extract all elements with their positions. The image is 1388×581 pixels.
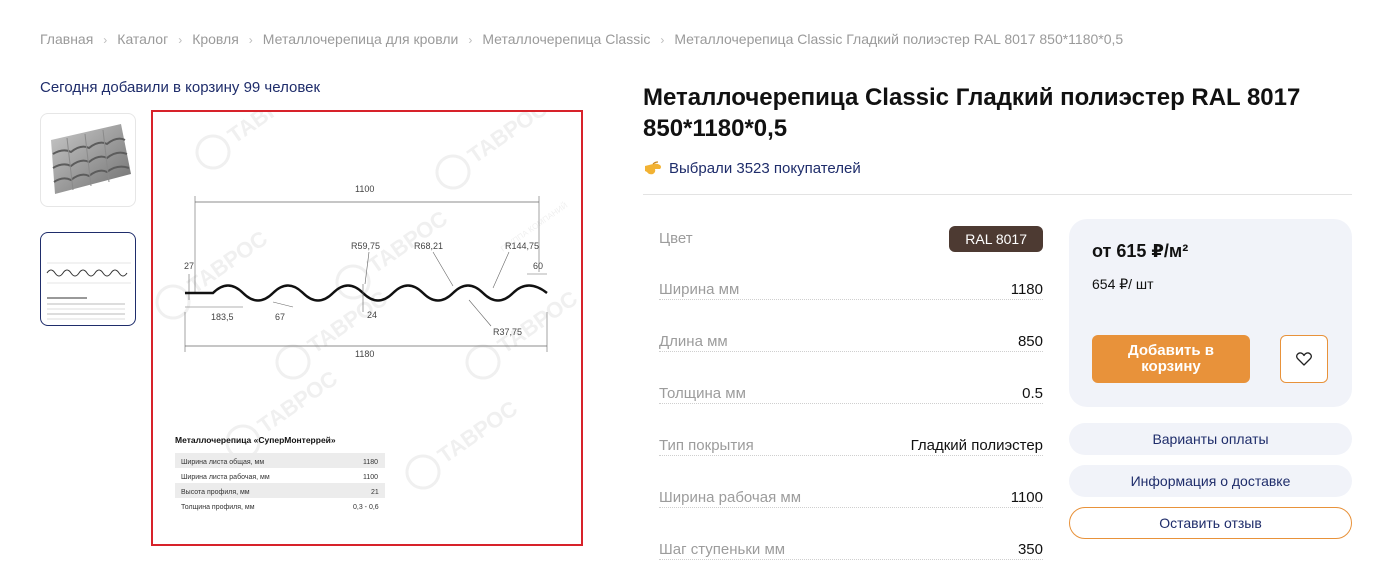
spec-row-thickness: Толщина мм 0.5 bbox=[659, 378, 1043, 404]
breadcrumb-metal-tile[interactable]: Металлочерепица для кровли bbox=[263, 31, 459, 47]
drawing-table-value: 1100 bbox=[363, 474, 378, 481]
thumbnail-drawing[interactable] bbox=[40, 232, 136, 326]
spec-row-working-width: Ширина рабочая мм 1100 bbox=[659, 482, 1043, 508]
popularity-text: Выбрали 3523 покупателей bbox=[669, 159, 861, 177]
spec-row-coating: Тип покрытия Гладкий полиэстер bbox=[659, 430, 1043, 456]
metal-tile-photo-icon bbox=[51, 124, 131, 194]
drawing-table-value: 21 bbox=[371, 489, 379, 496]
spec-label: Ширина мм bbox=[659, 281, 740, 298]
dim-r2: R68,21 bbox=[414, 241, 443, 251]
color-badge[interactable]: RAL 8017 bbox=[949, 226, 1043, 252]
spec-value: 1100 bbox=[1010, 489, 1043, 506]
add-to-cart-button[interactable]: Добавить в корзину bbox=[1092, 335, 1250, 383]
svg-text:ТАВРОС: ТАВРОС bbox=[493, 286, 581, 359]
drawing-table-label: Толщина профиля, мм bbox=[181, 504, 255, 511]
drawing-table-title: Металлочерепица «СуперМонтеррей» bbox=[175, 435, 336, 445]
breadcrumb-separator: › bbox=[103, 33, 108, 47]
breadcrumb-current: Металлочерепица Classic Гладкий полиэсте… bbox=[674, 31, 1124, 47]
breadcrumb-separator: › bbox=[660, 33, 665, 47]
spec-label: Толщина мм bbox=[659, 385, 746, 402]
dim-left-height: 27 bbox=[184, 261, 194, 271]
svg-text:ТАВРОС: ТАВРОС bbox=[223, 112, 312, 148]
svg-text:ТАВРОС: ТАВРОС bbox=[463, 112, 552, 168]
drawing-table-label: Ширина листа общая, мм bbox=[181, 458, 264, 466]
drawing-table-label: Ширина листа рабочая, мм bbox=[181, 473, 270, 481]
divider bbox=[643, 194, 1352, 195]
breadcrumb: Главная › Каталог › Кровля › Металлочерепица д… bbox=[40, 31, 1123, 47]
payment-options-button[interactable]: Варианты оплаты bbox=[1069, 423, 1352, 455]
spec-row-width: Ширина мм 1180 bbox=[659, 274, 1043, 300]
spec-value: 0.5 bbox=[1022, 385, 1043, 402]
dim-top-width: 1100 bbox=[355, 184, 374, 194]
spec-value: 350 bbox=[1017, 541, 1043, 558]
profile-technical-drawing: ТАВРОС ТАВРОС ТАВРОС ТАВРОС ТАВРОС ТАВРО… bbox=[155, 112, 581, 511]
svg-text:ТАВРОС: ТАВРОС bbox=[433, 396, 522, 469]
spec-row-step: Шаг ступеньки мм 350 bbox=[659, 534, 1043, 560]
price-per-m2: от 615 ₽/м² bbox=[1092, 241, 1189, 261]
breadcrumb-separator: › bbox=[468, 33, 473, 47]
delivery-info-button[interactable]: Информация о доставке bbox=[1069, 465, 1352, 497]
main-product-image[interactable]: ТАВРОС ТАВРОС ТАВРОС ТАВРОС ТАВРОС ТАВРО… bbox=[151, 110, 583, 546]
dim-bottom-width: 1180 bbox=[355, 349, 374, 359]
drawing-table-value: 0,3 - 0,6 bbox=[353, 504, 379, 511]
added-to-cart-note: Сегодня добавили в корзину 99 человек bbox=[40, 79, 321, 96]
spec-label: Ширина рабочая мм bbox=[659, 489, 802, 506]
leave-review-button[interactable]: Оставить отзыв bbox=[1069, 507, 1352, 539]
heart-icon bbox=[1296, 352, 1312, 366]
thumbnail-product-photo[interactable] bbox=[40, 113, 136, 207]
price-card: от 615 ₽/м² 654 ₽/ шт Добавить в корзину bbox=[1069, 219, 1352, 407]
drawing-table-label: Высота профиля, мм bbox=[181, 489, 250, 496]
dim-r4: R37,75 bbox=[493, 327, 522, 337]
dim-wave: 67 bbox=[275, 312, 285, 322]
breadcrumb-classic[interactable]: Металлочерепица Classic bbox=[482, 31, 650, 47]
popularity-note: Выбрали 3523 покупателей bbox=[643, 159, 861, 177]
dim-right-end: 60 bbox=[533, 261, 543, 271]
breadcrumb-home[interactable]: Главная bbox=[40, 31, 93, 47]
spec-row-length: Длина мм 850 bbox=[659, 326, 1043, 352]
pointing-hand-icon bbox=[645, 161, 661, 175]
dim-depth: 24 bbox=[367, 310, 377, 320]
spec-label: Длина мм bbox=[659, 333, 728, 350]
breadcrumb-separator: › bbox=[178, 33, 183, 47]
spec-value: 850 bbox=[1017, 333, 1043, 350]
breadcrumb-roofing[interactable]: Кровля bbox=[192, 31, 239, 47]
favorite-button[interactable] bbox=[1280, 335, 1328, 383]
spec-value: 1180 bbox=[1010, 281, 1043, 298]
spec-row-color: Цвет RAL 8017 bbox=[659, 222, 1043, 252]
svg-text:ТАВРОС: ТАВРОС bbox=[183, 226, 272, 299]
price-per-piece: 654 ₽/ шт bbox=[1092, 276, 1154, 292]
product-title: Металлочерепица Classic Гладкий полиэсте… bbox=[643, 84, 1301, 142]
profile-drawing-thumb-icon bbox=[46, 262, 131, 320]
spec-label: Шаг ступеньки мм bbox=[659, 541, 786, 558]
drawing-table-value: 1180 bbox=[363, 459, 378, 466]
dim-r1: R59,75 bbox=[351, 241, 380, 251]
spec-label: Цвет bbox=[659, 230, 693, 247]
dim-pitch: 183,5 bbox=[211, 312, 234, 322]
dim-r3: R144,75 bbox=[505, 241, 539, 251]
breadcrumb-catalog[interactable]: Каталог bbox=[117, 31, 168, 47]
spec-label: Тип покрытия bbox=[659, 437, 754, 454]
spec-value: Гладкий полиэстер bbox=[910, 437, 1043, 454]
breadcrumb-separator: › bbox=[248, 33, 253, 47]
